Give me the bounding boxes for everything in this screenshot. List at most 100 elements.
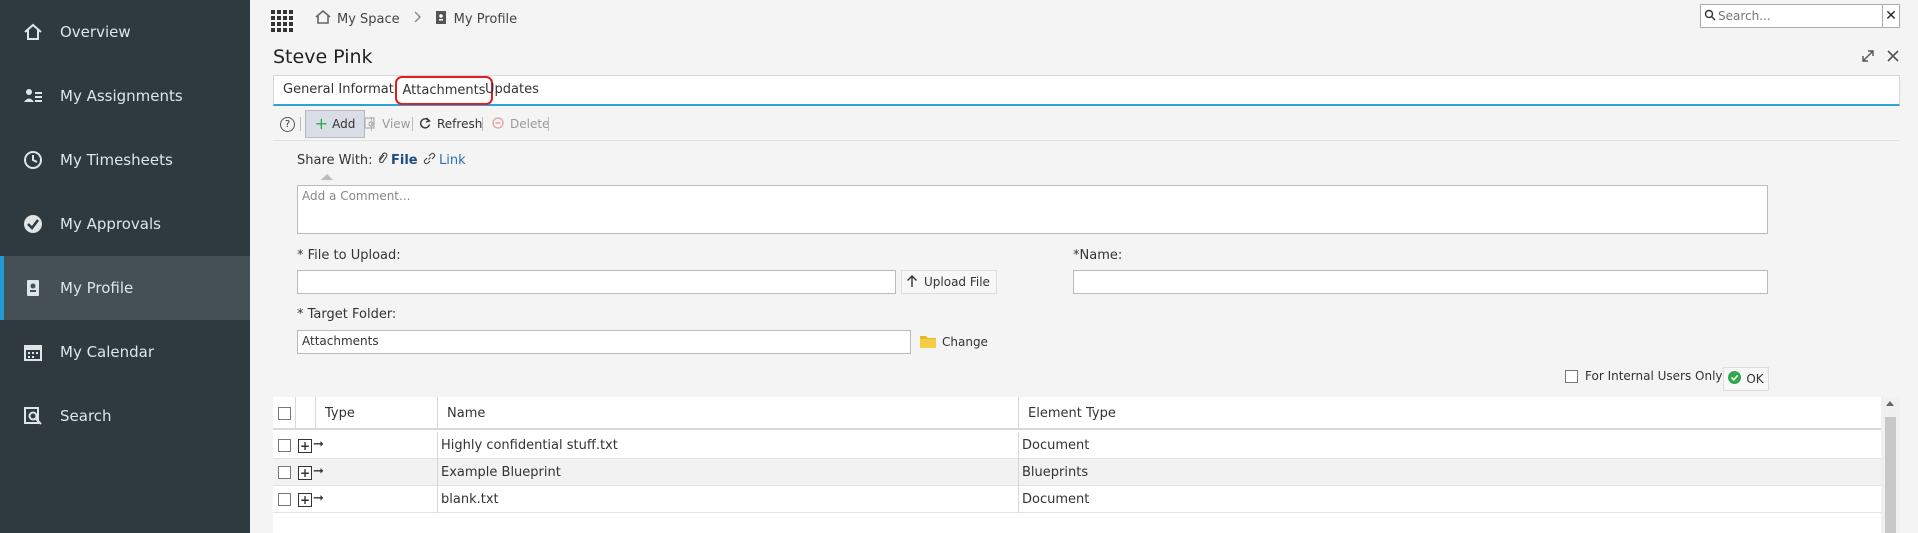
scrollbar-thumb[interactable] [1885, 417, 1896, 533]
header-element-type[interactable]: Element Type [1028, 406, 1116, 421]
file-upload-label: * File to Upload: [297, 248, 401, 263]
change-folder-button[interactable]: Change [918, 330, 992, 354]
internal-only-label: For Internal Users Only [1585, 369, 1723, 383]
target-folder-value: Attachments [302, 334, 379, 348]
name-label: *Name: [1073, 248, 1123, 263]
sidebar-item-label: My Assignments [60, 87, 183, 105]
sidebar-item-my-timesheets[interactable]: My Timesheets [0, 128, 250, 192]
upload-arrow-icon [906, 274, 918, 291]
page-title: Steve Pink [273, 46, 373, 68]
header-name[interactable]: Name [447, 406, 485, 421]
comment-field[interactable]: Add a Comment... [297, 185, 1768, 234]
comment-placeholder: Add a Comment... [302, 189, 411, 203]
sidebar-item-label: My Approvals [60, 215, 161, 233]
name-field[interactable] [1073, 270, 1768, 294]
table-header: Type Name Element Type [273, 397, 1881, 430]
profile-icon [435, 10, 446, 28]
tab-bar: General Information Attachments Updates [273, 75, 1900, 106]
breadcrumb-my-space[interactable]: My Space [337, 12, 400, 27]
row-element-type: Document [1022, 438, 1090, 453]
table-scrollbar[interactable] [1881, 397, 1900, 533]
sidebar-item-my-assignments[interactable]: My Assignments [0, 64, 250, 128]
folder-icon [920, 334, 936, 351]
expand-icon[interactable]: + [298, 466, 312, 480]
arrow-right-icon: ➞ [313, 437, 324, 452]
home-icon [22, 21, 44, 43]
global-search [1700, 4, 1885, 28]
plus-icon: + [314, 114, 329, 133]
sidebar-item-my-calendar[interactable]: My Calendar [0, 320, 250, 384]
expand-icon[interactable]: + [298, 439, 312, 453]
ok-label: OK [1746, 372, 1764, 386]
arrow-right-icon: ➞ [313, 491, 324, 506]
view-icon [364, 116, 376, 132]
sidebar-item-label: My Timesheets [60, 151, 173, 169]
expand-icon[interactable] [1861, 48, 1875, 67]
row-name: Example Blueprint [441, 465, 561, 480]
refresh-icon [419, 117, 431, 132]
row-element-type: Blueprints [1022, 465, 1089, 480]
row-checkbox[interactable] [278, 466, 291, 479]
sidebar-item-search[interactable]: Search [0, 384, 250, 448]
scroll-up-arrow-icon[interactable] [1886, 401, 1894, 406]
change-label: Change [942, 335, 988, 349]
main-content: My Space My Profile ✕ Steve Pink General… [250, 0, 1918, 533]
check-circle-icon [1728, 371, 1742, 387]
view-button[interactable]: View [364, 114, 410, 134]
toolbar: ? + Add View Refresh Delete [273, 107, 1900, 141]
share-link-option[interactable]: Link [423, 152, 466, 168]
internal-only-option[interactable]: For Internal Users Only [1565, 369, 1723, 383]
help-button[interactable]: ? [280, 114, 295, 134]
share-file-option[interactable]: File [377, 152, 418, 168]
home-icon[interactable] [315, 9, 331, 28]
search-icon [22, 405, 44, 427]
share-with-label: Share With: [297, 153, 373, 168]
file-upload-field[interactable] [297, 270, 896, 294]
view-label: View [382, 117, 411, 131]
search-input[interactable] [1718, 6, 1878, 26]
table-row[interactable]: + ➞ Highly confidential stuff.txt Docume… [273, 432, 1881, 459]
select-all-checkbox[interactable] [278, 407, 291, 420]
sidebar-item-my-approvals[interactable]: My Approvals [0, 192, 250, 256]
paperclip-icon [377, 152, 388, 168]
approvals-icon [22, 213, 44, 235]
expand-icon[interactable]: + [298, 493, 312, 507]
ok-button[interactable]: OK [1723, 367, 1769, 391]
row-checkbox[interactable] [278, 439, 291, 452]
profile-icon [22, 277, 44, 299]
refresh-label: Refresh [437, 117, 483, 131]
refresh-button[interactable]: Refresh [419, 114, 482, 134]
app-grid-icon[interactable] [271, 10, 293, 32]
row-name: Highly confidential stuff.txt [441, 438, 618, 453]
arrow-right-icon: ➞ [313, 464, 324, 479]
tab-attachments[interactable]: Attachments [395, 76, 493, 105]
row-checkbox[interactable] [278, 493, 291, 506]
close-icon: ✕ [1885, 8, 1897, 24]
add-button[interactable]: + Add [305, 110, 365, 138]
sidebar-item-overview[interactable]: Overview [0, 0, 250, 64]
close-icon[interactable] [1886, 48, 1900, 67]
header-type[interactable]: Type [325, 406, 355, 421]
sidebar-item-label: My Profile [60, 279, 134, 297]
table-row[interactable]: + ➞ Example Blueprint Blueprints [273, 459, 1881, 486]
sidebar-item-label: Overview [60, 23, 131, 41]
timesheets-icon [22, 149, 44, 171]
internal-only-checkbox[interactable] [1565, 369, 1578, 383]
sidebar-item-my-profile[interactable]: My Profile [0, 256, 250, 320]
table-row[interactable]: + ➞ blank.txt Document [273, 486, 1881, 513]
calendar-icon [22, 341, 44, 363]
help-icon: ? [280, 116, 295, 132]
delete-button[interactable]: Delete [492, 114, 549, 134]
tab-updates[interactable]: Updates [485, 82, 539, 97]
search-close-button[interactable]: ✕ [1882, 4, 1900, 28]
breadcrumb: My Space My Profile [315, 9, 518, 28]
breadcrumb-my-profile: My Profile [453, 11, 518, 27]
target-folder-label: * Target Folder: [297, 307, 397, 322]
share-link-label: Link [439, 152, 466, 168]
attachments-table: Type Name Element Type + ➞ Highly confid… [273, 397, 1900, 533]
pointer-caret [321, 174, 333, 180]
sidebar: Overview My Assignments My Timesheets My… [0, 0, 250, 533]
upload-file-button[interactable]: Upload File [901, 270, 997, 294]
target-folder-field[interactable]: Attachments [297, 330, 911, 354]
row-element-type: Document [1022, 492, 1090, 507]
